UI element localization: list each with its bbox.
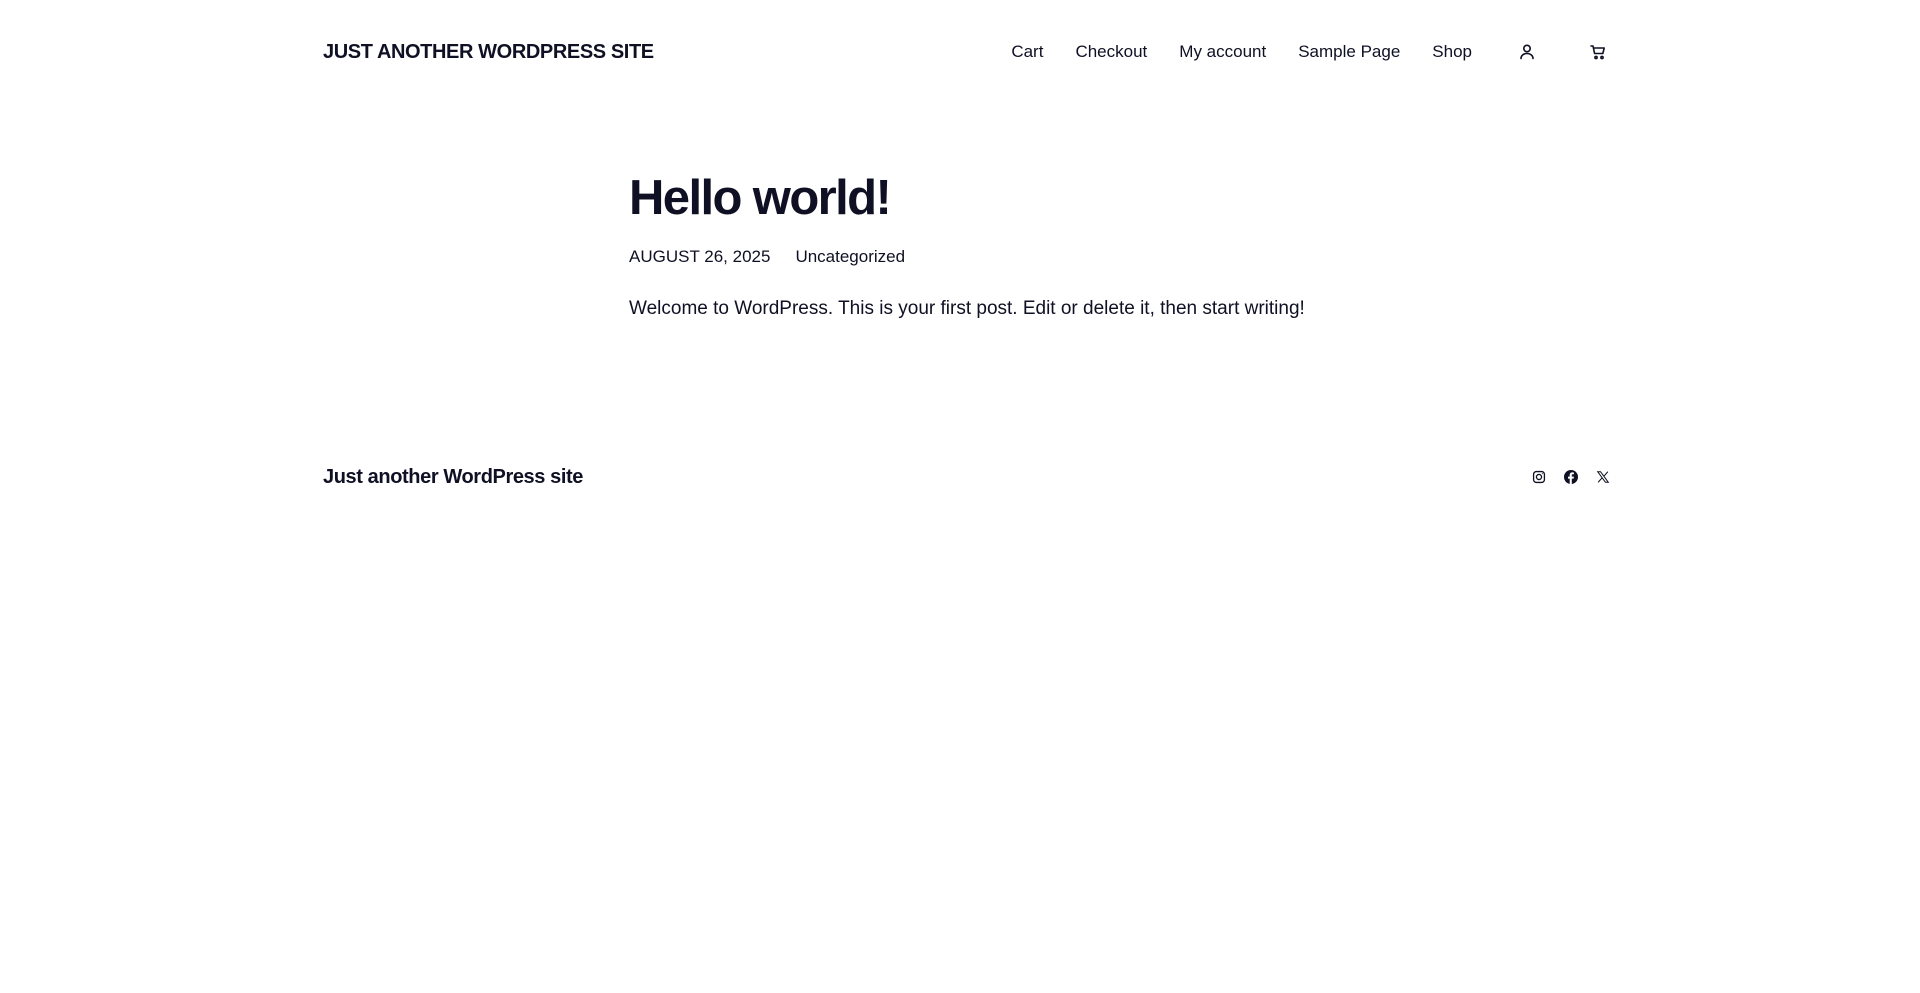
post-article: Hello world! AUGUST 26, 2025 Uncategoriz… — [629, 166, 1329, 342]
nav-item-cart[interactable]: Cart — [1011, 42, 1043, 62]
shopping-cart-icon[interactable] — [1583, 37, 1613, 67]
nav-item-sample-page[interactable]: Sample Page — [1298, 42, 1400, 62]
primary-navigation: Cart Checkout My account Sample Page Sho… — [1011, 37, 1613, 67]
post-date: AUGUST 26, 2025 — [629, 247, 771, 266]
page: JUST ANOTHER WORDPRESS SITE Cart Checkou… — [0, 0, 1920, 993]
nav-item-shop[interactable]: Shop — [1432, 42, 1472, 62]
site-title-link[interactable]: JUST ANOTHER WORDPRESS SITE — [323, 41, 654, 64]
site-footer: Just another WordPress site — [323, 462, 1613, 492]
post-meta: AUGUST 26, 2025 Uncategorized — [629, 247, 1329, 267]
user-account-icon[interactable] — [1512, 37, 1542, 67]
post-content: Welcome to WordPress. This is your first… — [629, 298, 1305, 319]
nav-item-checkout[interactable]: Checkout — [1075, 42, 1147, 62]
instagram-icon[interactable] — [1529, 467, 1549, 487]
x-icon[interactable] — [1593, 467, 1613, 487]
post-title: Hello world! — [629, 171, 892, 225]
nav-item-my-account[interactable]: My account — [1179, 42, 1266, 62]
facebook-icon[interactable] — [1561, 467, 1581, 487]
social-links — [1529, 467, 1613, 487]
site-header: JUST ANOTHER WORDPRESS SITE Cart Checkou… — [323, 30, 1613, 74]
footer-site-title-link[interactable]: Just another WordPress site — [323, 466, 583, 489]
post-category-link[interactable]: Uncategorized — [795, 247, 905, 267]
